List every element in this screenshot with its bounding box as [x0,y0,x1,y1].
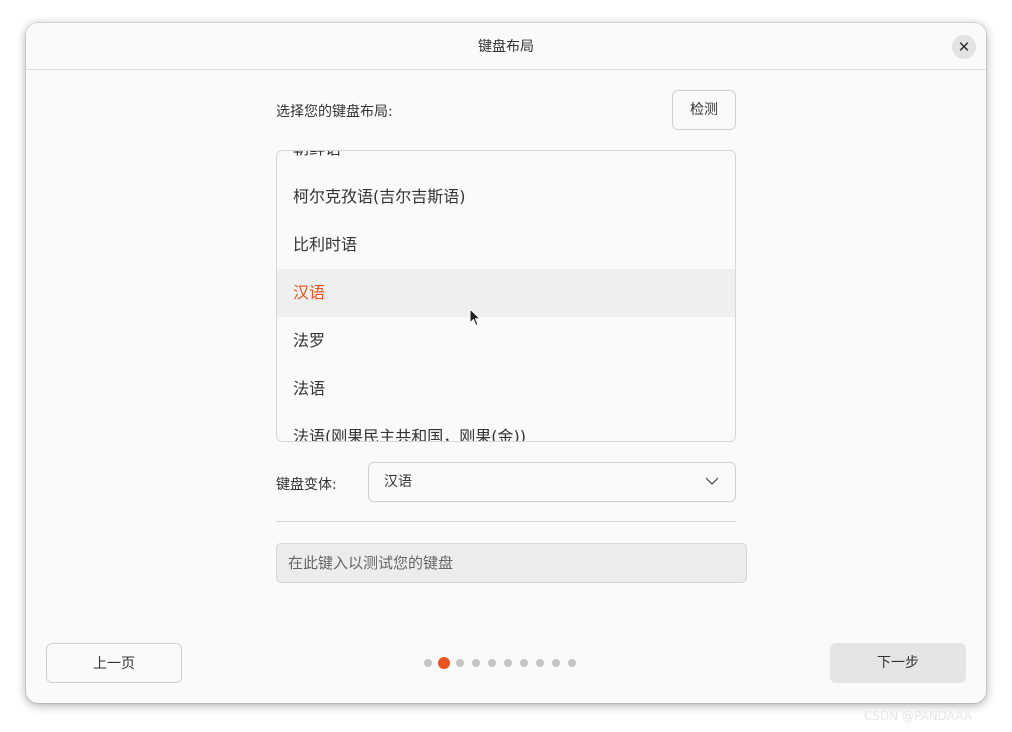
keyboard-test-input[interactable] [276,543,747,583]
page-dot-active [438,657,450,669]
window-title: 键盘布局 [478,39,534,55]
layout-list-item[interactable]: 法罗 [277,317,735,365]
next-step-button[interactable]: 下一步 [830,643,966,683]
page-dot [552,659,560,667]
layout-prompt: 选择您的键盘布局: [276,104,393,120]
layout-list-item[interactable]: 法语 [277,365,735,413]
detect-button[interactable]: 检测 [672,90,736,130]
chevron-down-icon [705,477,719,485]
layout-list-item[interactable]: 法语(刚果民主共和国，刚果(金)) [277,413,735,441]
variant-label: 键盘变体: [276,477,337,493]
layout-list-item[interactable]: 朝鲜语 [277,151,735,173]
layout-list-item[interactable]: 汉语 [277,269,735,317]
layout-list-items: 朝鲜语柯尔克孜语(吉尔吉斯语)比利时语汉语法罗法语法语(刚果民主共和国，刚果(金… [277,151,735,441]
watermark: CSDN @PANDAAA [864,709,973,723]
page-dot [568,659,576,667]
page-dot [472,659,480,667]
variant-dropdown[interactable]: 汉语 [368,462,736,502]
page-dot [504,659,512,667]
layout-list[interactable]: 朝鲜语柯尔克孜语(吉尔吉斯语)比利时语汉语法罗法语法语(刚果民主共和国，刚果(金… [276,150,736,442]
close-button[interactable]: ✕ [952,35,976,59]
page-dot [488,659,496,667]
variant-selected-value: 汉语 [384,474,412,490]
close-icon: ✕ [957,38,971,56]
page-dot [520,659,528,667]
page-dot [424,659,432,667]
page-dot [536,659,544,667]
layout-list-item[interactable]: 柯尔克孜语(吉尔吉斯语) [277,173,735,221]
mouse-pointer-icon [469,308,481,327]
divider [276,521,736,522]
title-bar: 键盘布局 ✕ [26,23,986,70]
installer-window: 键盘布局 ✕ 选择您的键盘布局: 检测 朝鲜语柯尔克孜语(吉尔吉斯语)比利时语汉… [26,23,986,703]
layout-list-item[interactable]: 比利时语 [277,221,735,269]
previous-page-button[interactable]: 上一页 [46,643,182,683]
page-dot [456,659,464,667]
page-indicator [424,656,584,670]
